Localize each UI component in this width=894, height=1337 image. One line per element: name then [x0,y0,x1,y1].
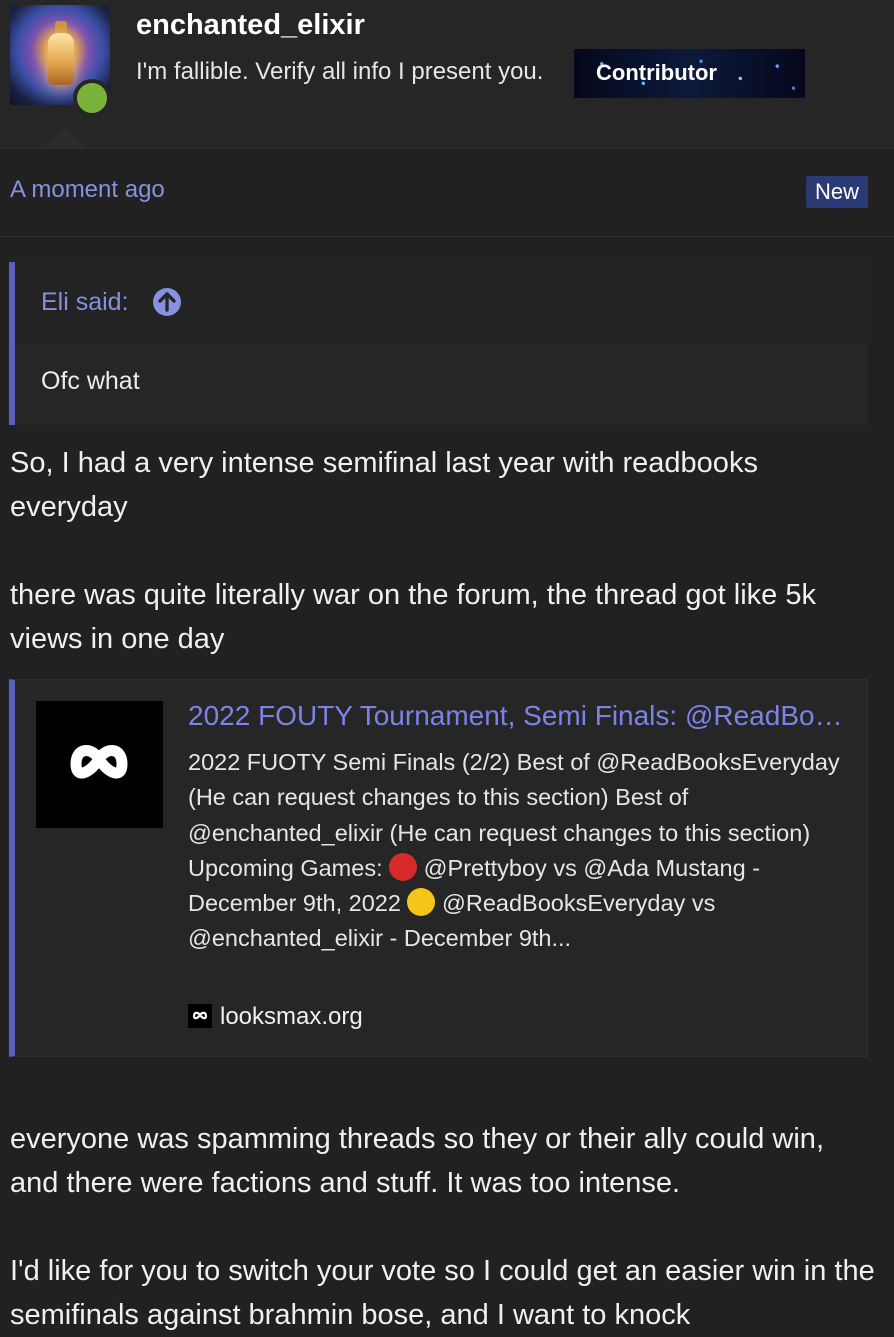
red-circle-icon [389,852,418,881]
online-status-icon [73,79,111,117]
header-caret [43,126,87,148]
quote-author[interactable]: Eli said: [41,288,129,317]
username[interactable]: enchanted_elixir [136,9,365,42]
embed-title-link[interactable]: 2022 FOUTY Tournament, Semi Finals: @Rea… [188,700,848,732]
post-meta: A moment ago New [0,150,894,237]
post-paragraph: I'd like for you to switch your vote so … [10,1255,875,1331]
post-paragraph: So, I had a very intense semifinal last … [10,447,758,523]
post-paragraph: everyone was spamming threads so they or… [10,1123,824,1199]
contributor-badge: Contributor [574,49,805,98]
post-timestamp[interactable]: A moment ago [10,176,165,204]
arrow-up-circle-icon[interactable] [153,288,181,316]
post-paragraph: there was quite literally war on the for… [10,579,816,655]
yellow-circle-icon [407,888,436,917]
user-tagline: I'm fallible. Verify all info I present … [136,58,544,85]
new-badge: New [806,176,868,208]
infinity-logo-icon [36,701,163,828]
post-header: enchanted_elixir I'm fallible. Verify al… [0,0,894,149]
quote-header: Eli said: [15,262,868,344]
embed-site[interactable]: looksmax.org [188,1003,363,1031]
link-preview-embed[interactable]: 2022 FOUTY Tournament, Semi Finals: @Rea… [9,679,868,1057]
site-favicon-icon [188,1004,212,1028]
quote-block: Eli said: Ofc what [9,262,868,425]
embed-description: 2022 FUOTY Semi Finals (2/2) Best of @Re… [188,745,858,957]
embed-site-name: looksmax.org [220,1003,363,1030]
avatar-art-bottle [48,33,74,85]
quote-body: Ofc what [41,367,140,395]
